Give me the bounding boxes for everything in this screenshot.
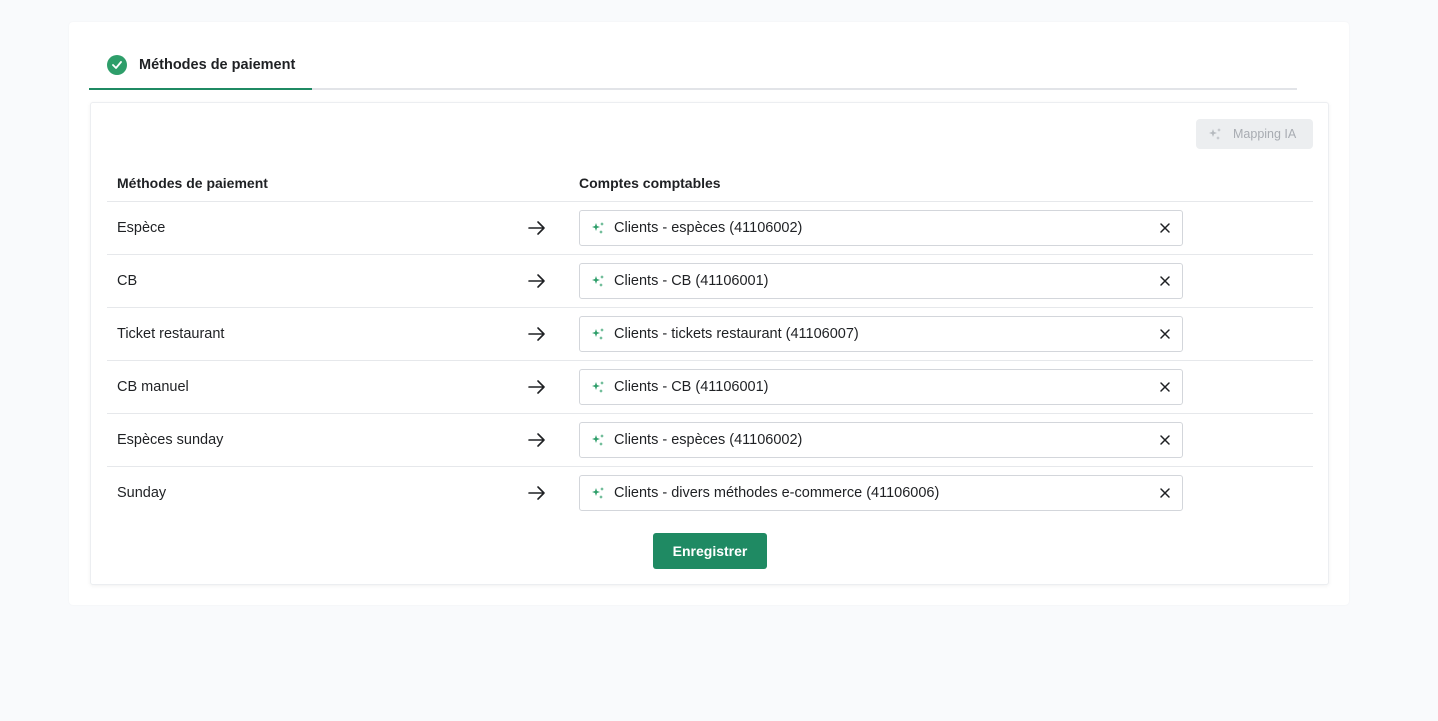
arrow-right-icon xyxy=(528,220,546,241)
tab-bar: Méthodes de paiement xyxy=(89,22,1297,90)
arrow-right-icon xyxy=(528,273,546,294)
table-row: Ticket restaurant Clients - tickets resta… xyxy=(107,307,1313,360)
mapping-panel: Mapping IA Méthodes de paiement Comptes … xyxy=(90,102,1329,585)
table-row: Espèces sunday Clients - espèces (4110600… xyxy=(107,413,1313,466)
mapping-ia-label: Mapping IA xyxy=(1233,127,1297,141)
sparkle-icon xyxy=(591,327,605,346)
payment-method-label: Espèce xyxy=(117,220,166,236)
account-value: Clients - CB (41106001) xyxy=(614,379,769,395)
sparkle-icon xyxy=(591,221,605,240)
clear-icon[interactable] xyxy=(1158,486,1172,500)
mapping-table: Espèce Clients - espèces (41106002) CB Clie… xyxy=(107,201,1313,519)
sparkle-icon xyxy=(1208,127,1222,144)
account-value: Clients - CB (41106001) xyxy=(614,273,769,289)
sparkle-icon xyxy=(591,433,605,452)
table-row: CB Clients - CB (41106001) xyxy=(107,254,1313,307)
payment-method-label: Espèces sunday xyxy=(117,432,224,448)
settings-card: Méthodes de paiement Mapping IA Méthodes… xyxy=(69,22,1349,605)
sparkle-icon xyxy=(591,380,605,399)
account-select[interactable]: Clients - espèces (41106002) xyxy=(579,422,1183,458)
payment-method-label: Ticket restaurant xyxy=(117,326,225,342)
check-circle-icon xyxy=(107,55,127,75)
column-header-methods: Méthodes de paiement xyxy=(117,175,268,191)
column-header-accounts: Comptes comptables xyxy=(579,175,721,191)
table-row: CB manuel Clients - CB (41106001) xyxy=(107,360,1313,413)
clear-icon[interactable] xyxy=(1158,433,1172,447)
clear-icon[interactable] xyxy=(1158,327,1172,341)
table-row: Sunday Clients - divers méthodes e-commer… xyxy=(107,466,1313,519)
arrow-right-icon xyxy=(528,326,546,347)
tab-payment-methods[interactable]: Méthodes de paiement xyxy=(89,22,312,90)
payment-method-label: CB manuel xyxy=(117,379,189,395)
arrow-right-icon xyxy=(528,432,546,453)
clear-icon[interactable] xyxy=(1158,221,1172,235)
table-row: Espèce Clients - espèces (41106002) xyxy=(107,201,1313,254)
clear-icon[interactable] xyxy=(1158,274,1172,288)
account-value: Clients - divers méthodes e-commerce (41… xyxy=(614,485,940,501)
mapping-ia-button[interactable]: Mapping IA xyxy=(1196,119,1313,149)
arrow-right-icon xyxy=(528,379,546,400)
payment-method-label: Sunday xyxy=(117,485,167,501)
account-select[interactable]: Clients - CB (41106001) xyxy=(579,263,1183,299)
tab-label: Méthodes de paiement xyxy=(139,57,296,73)
sparkle-icon xyxy=(591,486,605,505)
account-select[interactable]: Clients - CB (41106001) xyxy=(579,369,1183,405)
arrow-right-icon xyxy=(528,485,546,506)
save-button[interactable]: Enregistrer xyxy=(653,533,767,569)
account-select[interactable]: Clients - tickets restaurant (41106007) xyxy=(579,316,1183,352)
sparkle-icon xyxy=(591,274,605,293)
account-select[interactable]: Clients - divers méthodes e-commerce (41… xyxy=(579,475,1183,511)
account-select[interactable]: Clients - espèces (41106002) xyxy=(579,210,1183,246)
account-value: Clients - espèces (41106002) xyxy=(614,432,803,448)
account-value: Clients - espèces (41106002) xyxy=(614,220,803,236)
payment-method-label: CB xyxy=(117,273,138,289)
account-value: Clients - tickets restaurant (41106007) xyxy=(614,326,859,342)
clear-icon[interactable] xyxy=(1158,380,1172,394)
